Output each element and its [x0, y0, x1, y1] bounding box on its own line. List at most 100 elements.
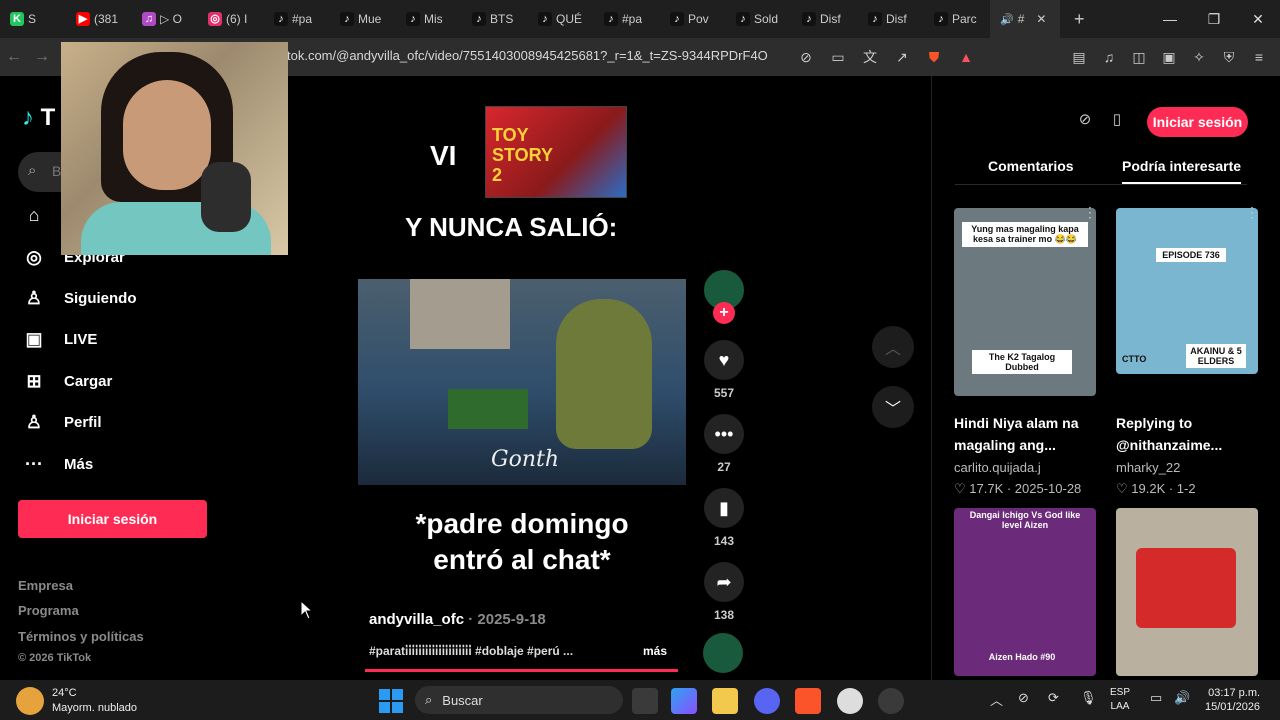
- card-thumbnail[interactable]: EPISODE 736 AKAINU & 5 ELDERS CTTO: [1116, 208, 1258, 374]
- tray-mic-icon[interactable]: 🎙: [1080, 690, 1097, 706]
- bookmark-icon[interactable]: ▮: [704, 488, 744, 528]
- vpn-icon[interactable]: ⛨: [1218, 46, 1240, 68]
- tray-chevron-icon[interactable]: ︿: [990, 690, 1003, 709]
- tab-comments[interactable]: Comentarios: [988, 158, 1074, 174]
- sidebar-item-live[interactable]: ▣ LIVE: [22, 329, 97, 350]
- save-action[interactable]: ▮ 143: [704, 488, 744, 548]
- browser-tab[interactable]: ♪ Mis: [396, 0, 462, 38]
- footer-link-terms[interactable]: Términos y políticas: [18, 629, 144, 644]
- browser-tab[interactable]: ♫ ▷ O: [132, 0, 198, 38]
- url-field[interactable]: tok.com/@andyvilla_ofc/video/75514030089…: [287, 48, 768, 63]
- card-menu-icon[interactable]: ⋮: [1245, 204, 1259, 221]
- translate-icon[interactable]: 文: [859, 46, 881, 68]
- m365-icon[interactable]: [671, 688, 697, 714]
- sidebar-toggle-icon[interactable]: ◫: [1128, 46, 1150, 68]
- recommended-card[interactable]: EPISODE 736 AKAINU & 5 ELDERS CTTO Reply…: [1116, 208, 1258, 497]
- sidebar-item-siguiendo[interactable]: ♙ Siguiendo: [22, 288, 137, 309]
- browser-tab[interactable]: ♪ BTS: [462, 0, 528, 38]
- recommended-card[interactable]: Dangai Ichigo Vs God like level Aizen Ai…: [954, 508, 1096, 676]
- tray-network-off-icon[interactable]: ⊘: [1018, 690, 1029, 706]
- compass-icon[interactable]: ⊘: [1075, 110, 1095, 132]
- share-icon[interactable]: ↗: [891, 46, 913, 68]
- browser-tab[interactable]: ♪ #pa: [594, 0, 660, 38]
- browser-tab[interactable]: ♪ QUÉ: [528, 0, 594, 38]
- heart-icon[interactable]: ♥: [704, 340, 744, 380]
- system-clock[interactable]: 03:17 p.m. 15/01/2026: [1205, 686, 1260, 714]
- back-icon[interactable]: ←: [0, 48, 28, 66]
- tray-monitor-icon[interactable]: ▭: [1150, 690, 1162, 706]
- no-network-icon[interactable]: ⊘: [795, 46, 817, 68]
- browser-tab[interactable]: ♪ Disf: [858, 0, 924, 38]
- browser-tab[interactable]: ♪ Mue: [330, 0, 396, 38]
- obs-icon[interactable]: [837, 688, 863, 714]
- card-menu-icon[interactable]: ⋮: [1083, 204, 1097, 221]
- task-view-icon[interactable]: [632, 688, 658, 714]
- video-author[interactable]: andyvilla_ofc · 2025-9-18: [369, 611, 546, 628]
- browser-tab[interactable]: ♪ Parc: [924, 0, 990, 38]
- weather-widget[interactable]: 24°C Mayorm. nublado: [16, 686, 137, 716]
- author-name[interactable]: andyvilla_ofc: [369, 611, 464, 628]
- close-tab-icon[interactable]: ✕: [1036, 12, 1046, 26]
- sidebar-item-perfil[interactable]: ♙ Perfil: [22, 412, 102, 433]
- media-icon[interactable]: ♫: [1098, 46, 1120, 68]
- card-user[interactable]: carlito.quijada.j: [954, 460, 1096, 475]
- file-explorer-icon[interactable]: [712, 688, 738, 714]
- recommended-card[interactable]: [1116, 508, 1258, 676]
- comment-action[interactable]: ••• 27: [704, 414, 744, 474]
- footer-link-empresa[interactable]: Empresa: [18, 578, 73, 593]
- browser-tab[interactable]: ♪ Disf: [792, 0, 858, 38]
- card-title[interactable]: Hindi Niya alam na magaling ang...: [954, 412, 1082, 456]
- sidebar-item-home[interactable]: ⌂: [22, 205, 64, 226]
- windows-start-icon[interactable]: [378, 688, 404, 714]
- share-arrow-icon[interactable]: ➦: [704, 562, 744, 602]
- new-tab-button[interactable]: +: [1074, 9, 1085, 30]
- music-disc-avatar[interactable]: [703, 633, 743, 673]
- browser-tab[interactable]: ♪ Pov: [660, 0, 726, 38]
- close-window-button[interactable]: ✕: [1236, 0, 1280, 38]
- browser-tab[interactable]: ▶ (381: [66, 0, 132, 38]
- brave-shield-icon[interactable]: ⛊: [923, 46, 945, 68]
- browser-tab[interactable]: ◎ (6) I: [198, 0, 264, 38]
- browser-tab[interactable]: ♪ Sold: [726, 0, 792, 38]
- sidebar-item-más[interactable]: ··· Más: [22, 454, 93, 475]
- wallet-icon[interactable]: ▣: [1158, 46, 1180, 68]
- phone-icon[interactable]: ▯: [1107, 110, 1127, 132]
- like-action[interactable]: ♥ 557: [704, 340, 744, 400]
- maximize-button[interactable]: ❐: [1192, 0, 1236, 38]
- recommended-card[interactable]: Yung mas magaling kapa kesa sa trainer m…: [954, 208, 1096, 497]
- card-thumbnail[interactable]: Dangai Ichigo Vs God like level Aizen Ai…: [954, 508, 1096, 676]
- previous-video-button[interactable]: ︿: [872, 326, 914, 368]
- tiktok-logo[interactable]: ♪ T: [22, 104, 55, 132]
- sidebar-item-cargar[interactable]: ⊞ Cargar: [22, 371, 112, 392]
- tab-recommended[interactable]: Podría interesarte: [1122, 158, 1242, 184]
- discord-icon[interactable]: [754, 688, 780, 714]
- browser-tab[interactable]: KS: [0, 0, 66, 38]
- video-hashtags[interactable]: #parati̇i̇i̇i̇i̇i̇i̇i̇i̇i̇i̇i̇i̇i̇i̇i̇i̇…: [369, 644, 637, 658]
- card-title[interactable]: Replying to @nithanzaime...: [1116, 412, 1244, 456]
- video-progress-bar[interactable]: [365, 669, 678, 672]
- header-login-button[interactable]: Iniciar sesión: [1147, 107, 1248, 137]
- reader-icon[interactable]: ▤: [1068, 46, 1090, 68]
- rewards-icon[interactable]: ▲: [955, 46, 977, 68]
- share-action[interactable]: ➦ 138: [704, 562, 744, 622]
- audio-icon[interactable]: 🔊: [1000, 13, 1014, 26]
- next-video-button[interactable]: ﹀: [872, 386, 914, 428]
- comment-icon[interactable]: •••: [704, 414, 744, 454]
- tray-volume-icon[interactable]: 🔊: [1174, 690, 1190, 706]
- card-thumbnail[interactable]: Yung mas magaling kapa kesa sa trainer m…: [954, 208, 1096, 396]
- taskbar-search[interactable]: ⌕ Buscar: [415, 686, 623, 714]
- settings-icon[interactable]: [878, 688, 904, 714]
- leo-icon[interactable]: ✧: [1188, 46, 1210, 68]
- footer-link-programa[interactable]: Programa: [18, 603, 79, 618]
- menu-icon[interactable]: ≡: [1248, 46, 1270, 68]
- language-indicator[interactable]: ESP LAA: [1110, 686, 1130, 714]
- forward-icon[interactable]: →: [28, 48, 56, 66]
- browser-tab[interactable]: ♪ #pa: [264, 0, 330, 38]
- sidebar-login-button[interactable]: Iniciar sesión: [18, 500, 207, 538]
- tray-sync-icon[interactable]: ⟳: [1048, 690, 1059, 706]
- card-user[interactable]: mharky_22: [1116, 460, 1258, 475]
- follow-plus-button[interactable]: +: [713, 302, 735, 324]
- tab-active[interactable]: 🔊 # ✕: [990, 0, 1060, 38]
- card-thumbnail[interactable]: [1116, 508, 1258, 676]
- brave-browser-icon[interactable]: [795, 688, 821, 714]
